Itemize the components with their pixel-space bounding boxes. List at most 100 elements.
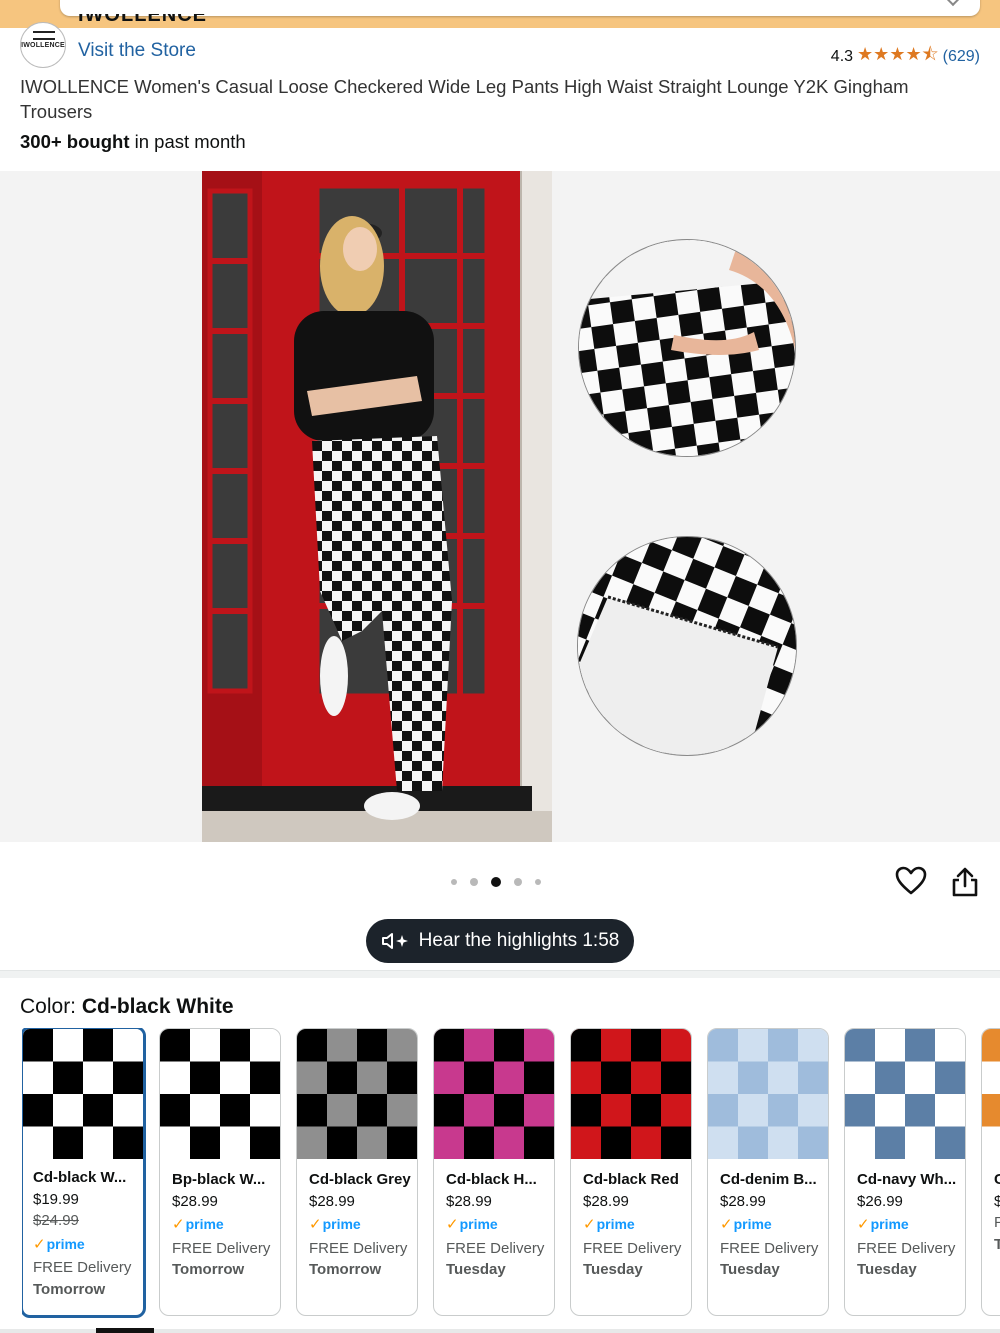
gallery-dot[interactable] bbox=[470, 878, 478, 886]
prime-label: prime bbox=[185, 1216, 224, 1232]
color-swatch-card[interactable]: Cd-black Grey $28.99 ✓ prime FREE Delivery To… bbox=[296, 1028, 418, 1316]
swatch-price: $28.99 bbox=[720, 1192, 766, 1210]
swatch-delivery-day: Tomorrow bbox=[309, 1261, 382, 1278]
section-divider bbox=[0, 970, 1000, 978]
hear-highlights-label: Hear the highlights 1:58 bbox=[418, 930, 620, 951]
swatch-pattern-image bbox=[23, 1029, 143, 1159]
visit-store-link[interactable]: Visit the Store bbox=[78, 40, 196, 62]
swatch-price: $28.99 bbox=[309, 1192, 355, 1210]
swatch-name: C bbox=[994, 1169, 1000, 1191]
share-icon[interactable] bbox=[950, 866, 980, 898]
bought-count: 300+ bought in past month bbox=[20, 131, 246, 153]
swatch-delivery: FREE Delivery bbox=[33, 1259, 132, 1276]
prime-check-icon: ✓ bbox=[446, 1216, 459, 1233]
gallery-dot[interactable] bbox=[451, 879, 457, 885]
rating-stars-icon: ★★★★⯪ bbox=[857, 44, 939, 64]
prime-label: prime bbox=[596, 1216, 635, 1232]
prime-badge: ✓ prime bbox=[172, 1214, 276, 1236]
color-swatch-card[interactable]: Cd-denim B... $28.99 ✓ prime FREE Delivery Tu… bbox=[707, 1028, 829, 1316]
swatch-info: Cd-black Red $28.99 ✓ prime FREE Delivery Tue… bbox=[583, 1169, 687, 1281]
selected-color-name: Cd-black White bbox=[81, 995, 234, 1018]
prime-badge: ✓ prime bbox=[309, 1214, 413, 1236]
swatch-delivery: FREE Delivery bbox=[720, 1239, 819, 1257]
detail-hem-image bbox=[577, 536, 797, 756]
swatch-delivery-day: Tuesday bbox=[720, 1261, 780, 1278]
prime-check-icon: ✓ bbox=[583, 1216, 596, 1233]
swatch-info: Cd-black H... $28.99 ✓ prime FREE Delivery Tu… bbox=[446, 1169, 550, 1281]
gallery-pagination[interactable] bbox=[451, 877, 541, 887]
swatch-delivery-day: T bbox=[994, 1234, 1000, 1256]
detail-waist-image bbox=[578, 239, 796, 457]
image-gallery[interactable] bbox=[0, 171, 1000, 842]
swatch-pattern-image bbox=[982, 1029, 1000, 1159]
rating-summary[interactable]: 4.3 ★★★★⯪ (629) bbox=[831, 42, 980, 72]
swatch-name: Cd-black Red bbox=[583, 1171, 679, 1188]
prime-check-icon: ✓ bbox=[720, 1216, 733, 1233]
swatch-name: Cd-black W... bbox=[33, 1169, 127, 1186]
swatch-list-price: $24.99 bbox=[33, 1212, 79, 1229]
prime-badge: ✓ prime bbox=[720, 1214, 824, 1236]
swatch-delivery: FREE Delivery bbox=[857, 1239, 956, 1257]
swatch-delivery: FREE Delivery bbox=[583, 1239, 682, 1257]
swatch-price: $28.99 bbox=[172, 1192, 218, 1210]
rating-value: 4.3 bbox=[830, 48, 854, 65]
swatch-pattern-image bbox=[434, 1029, 554, 1159]
swatch-pattern-image bbox=[845, 1029, 965, 1159]
swatch-price: $19.99 bbox=[33, 1190, 79, 1208]
store-logo-text: IWOLLENCE bbox=[21, 42, 65, 49]
prime-badge: ✓ prime bbox=[33, 1234, 139, 1256]
swatch-delivery-day: Tomorrow bbox=[33, 1280, 106, 1298]
swatch-name: Cd-denim B... bbox=[720, 1171, 817, 1188]
prime-badge: ✓ prime bbox=[583, 1214, 687, 1236]
color-swatch-carousel[interactable]: Cd-black W... $19.99 $24.99 ✓ prime FREE Deli… bbox=[22, 1028, 1000, 1318]
prime-check-icon: ✓ bbox=[857, 1216, 870, 1233]
prime-badge: ✓ prime bbox=[857, 1214, 961, 1236]
heart-icon[interactable] bbox=[894, 864, 928, 898]
swatch-price: $26.99 bbox=[857, 1192, 903, 1210]
swatch-pattern-image bbox=[297, 1029, 417, 1159]
brand-mark-icon bbox=[33, 31, 55, 40]
bought-count-rest: in past month bbox=[129, 131, 246, 152]
swatch-pattern-image bbox=[160, 1029, 280, 1159]
prime-check-icon: ✓ bbox=[172, 1216, 185, 1233]
gallery-dot-active[interactable] bbox=[491, 877, 501, 887]
speaker-sparkle-icon bbox=[381, 931, 411, 951]
prime-label: prime bbox=[733, 1216, 772, 1232]
swatch-price: $ bbox=[994, 1191, 1000, 1213]
rating-count[interactable]: (629) bbox=[943, 48, 980, 66]
swatch-price: $28.99 bbox=[446, 1192, 492, 1210]
color-swatch-card[interactable]: Bp-black W... $28.99 ✓ prime FREE Delivery To… bbox=[159, 1028, 281, 1316]
swatch-delivery-day: Tomorrow bbox=[172, 1261, 245, 1278]
swatch-delivery-day: Tuesday bbox=[446, 1261, 506, 1278]
swatch-delivery: FREE Delivery bbox=[309, 1239, 408, 1257]
swatch-name: Cd-black H... bbox=[446, 1171, 537, 1188]
gallery-dot[interactable] bbox=[514, 878, 522, 886]
hear-highlights-button[interactable]: Hear the highlights 1:58 bbox=[366, 919, 634, 963]
swatch-name: Bp-black W... bbox=[172, 1171, 266, 1188]
color-swatch-card[interactable]: C$FT bbox=[981, 1028, 1000, 1316]
color-swatch-card[interactable]: Cd-black H... $28.99 ✓ prime FREE Delivery Tu… bbox=[433, 1028, 555, 1316]
swatch-name: Cd-black Grey bbox=[309, 1171, 411, 1188]
swatch-info: Cd-black W... $19.99 $24.99 ✓ prime FREE Deli… bbox=[33, 1167, 139, 1300]
swatch-delivery-day: Tuesday bbox=[857, 1261, 917, 1278]
color-swatch-card[interactable]: Cd-black W... $19.99 $24.99 ✓ prime FREE Deli… bbox=[22, 1028, 146, 1318]
color-swatch-card[interactable]: Cd-navy Wh... $26.99 ✓ prime FREE Delivery Tu… bbox=[844, 1028, 966, 1316]
prime-label: prime bbox=[46, 1235, 85, 1252]
gallery-dot[interactable] bbox=[535, 879, 541, 885]
color-label: Color: Cd-black White bbox=[20, 995, 234, 1019]
store-logo[interactable]: IWOLLENCE bbox=[20, 22, 66, 68]
prime-label: prime bbox=[322, 1216, 361, 1232]
bought-count-bold: 300+ bought bbox=[20, 131, 130, 152]
color-swatch-card[interactable]: Cd-black Red $28.99 ✓ prime FREE Delivery Tue… bbox=[570, 1028, 692, 1316]
swatch-info: Cd-denim B... $28.99 ✓ prime FREE Delivery Tu… bbox=[720, 1169, 824, 1281]
swatch-delivery: FREE Delivery bbox=[172, 1239, 271, 1257]
swatch-info: C$FT bbox=[994, 1169, 1000, 1255]
swatch-delivery: F bbox=[994, 1212, 1000, 1234]
swatch-info: Bp-black W... $28.99 ✓ prime FREE Delivery To… bbox=[172, 1169, 276, 1281]
swatch-price: $28.99 bbox=[583, 1192, 629, 1210]
prime-badge: ✓ prime bbox=[446, 1214, 550, 1236]
prime-label: prime bbox=[459, 1216, 498, 1232]
prime-check-icon: ✓ bbox=[309, 1216, 322, 1233]
product-photo[interactable] bbox=[202, 171, 552, 842]
chevron-down-icon[interactable] bbox=[945, 0, 961, 7]
